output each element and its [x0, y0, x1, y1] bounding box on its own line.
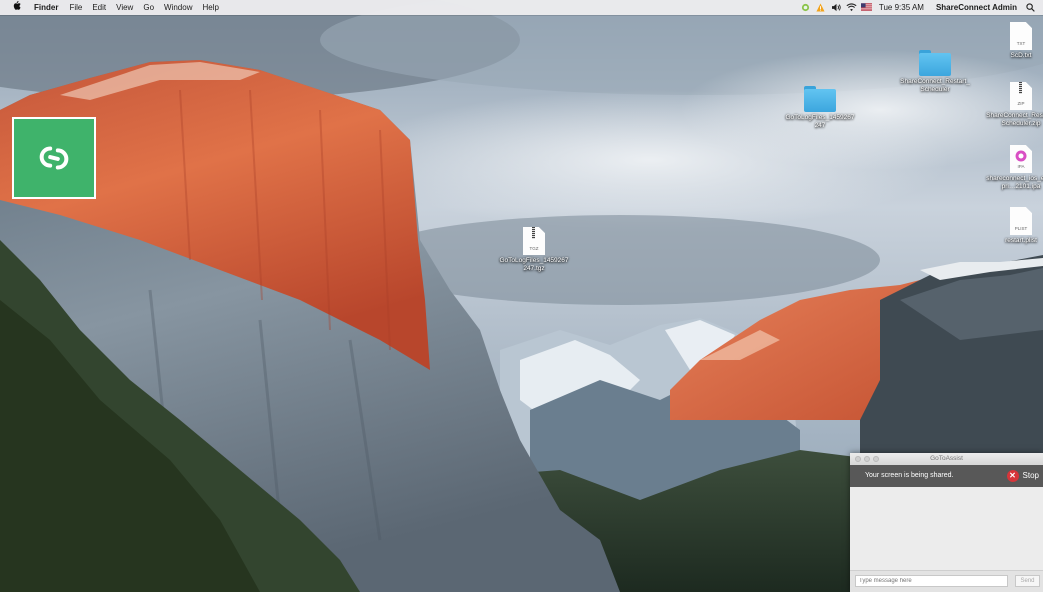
- desktop-icon-restart-plist[interactable]: PLIST restart.plist: [985, 207, 1043, 245]
- desktop-icon-gotologfiles-folder[interactable]: GoToLogFiles_1459267247: [784, 86, 856, 130]
- ipa-file-icon: IPA: [1010, 145, 1032, 173]
- folder-icon: [919, 50, 951, 76]
- shareconnect-app-icon[interactable]: [12, 117, 96, 199]
- window-title: GoToAssist: [930, 455, 963, 462]
- stop-label: Stop: [1022, 471, 1039, 480]
- volume-icon[interactable]: [831, 3, 841, 12]
- plist-file-icon: PLIST: [1010, 207, 1032, 235]
- desktop-icon-restart-scheduler-zip[interactable]: ZIP ShareConnect_Restart_Scheduler.zip: [985, 82, 1043, 128]
- menubar-clock[interactable]: Tue 9:35 AM: [876, 0, 927, 15]
- menu-help[interactable]: Help: [197, 0, 223, 15]
- spotlight-icon[interactable]: [1026, 3, 1035, 12]
- chat-transcript-area[interactable]: [850, 487, 1043, 571]
- text-file-icon: TXT: [1010, 22, 1032, 50]
- apple-icon[interactable]: [0, 0, 29, 15]
- shareconnect-logo-icon: [39, 146, 69, 170]
- gotoassist-window: GoToAssist Your screen is being shared. …: [850, 453, 1043, 592]
- menu-file[interactable]: File: [64, 0, 87, 15]
- menu-go[interactable]: Go: [138, 0, 159, 15]
- window-titlebar[interactable]: GoToAssist: [850, 453, 1043, 465]
- warning-icon[interactable]: [816, 3, 825, 12]
- desktop-icon-label: shareconnect_ios_enterpri…2101.ipa: [986, 175, 1043, 190]
- menu-window[interactable]: Window: [159, 0, 197, 15]
- desktop-icon-label: GoToLogFiles_1459267247.tgz: [499, 257, 569, 272]
- desktop-icon-label: GoToLogFiles_1459267247: [785, 114, 855, 129]
- desktop-icon-label: restart.plist: [1005, 237, 1037, 244]
- sharing-status-text: Your screen is being shared.: [865, 472, 954, 479]
- menu-finder[interactable]: Finder: [29, 0, 64, 15]
- close-window-button[interactable]: [855, 456, 861, 462]
- desktop-icon-gotologfiles-tgz[interactable]: TGZ GoToLogFiles_1459267247.tgz: [498, 227, 570, 273]
- wifi-icon[interactable]: [846, 3, 857, 12]
- zoom-window-button[interactable]: [873, 456, 879, 462]
- menu-edit[interactable]: Edit: [87, 0, 111, 15]
- flag-icon[interactable]: [860, 3, 872, 12]
- folder-icon: [804, 86, 836, 112]
- menubar-user[interactable]: ShareConnect Admin: [933, 0, 1020, 15]
- desktop-icon-label: ShareConnect_Restart_Scheduler.zip: [986, 112, 1043, 127]
- stop-icon: ✕: [1006, 470, 1019, 482]
- screen-sharing-bar: Your screen is being shared. ✕ Stop: [850, 465, 1043, 487]
- chat-message-input[interactable]: [855, 575, 1008, 587]
- sync-icon[interactable]: [801, 3, 810, 12]
- desktop-icon-restart-scheduler-folder[interactable]: ShareConnect_Restart_Scheduler: [899, 50, 971, 94]
- archive-icon: TGZ: [523, 227, 545, 255]
- stop-sharing-button[interactable]: ✕ Stop: [1006, 469, 1039, 483]
- desktop-icon-shareconnect-ipa[interactable]: IPA shareconnect_ios_enterpri…2101.ipa: [985, 145, 1043, 191]
- menu-view[interactable]: View: [111, 0, 138, 15]
- desktop-icon-label: ShareConnect_Restart_Scheduler: [900, 78, 970, 93]
- send-button[interactable]: Send: [1015, 575, 1040, 587]
- archive-icon: ZIP: [1010, 82, 1032, 110]
- menu-bar: Finder File Edit View Go Window Help Tue…: [0, 0, 1043, 15]
- minimize-window-button[interactable]: [864, 456, 870, 462]
- desktop-icon-scd-txt[interactable]: TXT ScD.txt: [985, 22, 1043, 60]
- desktop-icon-label: ScD.txt: [1010, 52, 1032, 59]
- chat-input-row: Send: [850, 570, 1043, 592]
